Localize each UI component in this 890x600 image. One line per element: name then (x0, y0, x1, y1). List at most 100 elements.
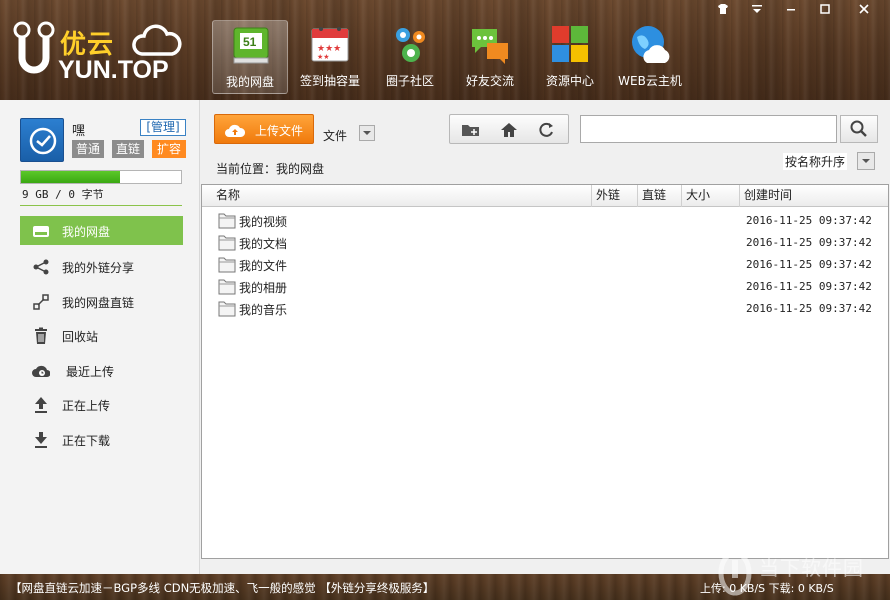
new-folder-icon[interactable] (460, 120, 482, 140)
search-icon (850, 120, 867, 137)
sidebar: 嘿 [管理] 普通 直链 扩容 9 GB / 0 字节 我的网盘 我的外链分享 … (0, 100, 200, 574)
user-name: 嘿 (72, 124, 86, 139)
folder-icon (218, 213, 236, 229)
upload-file-label: 上传文件 (255, 124, 304, 138)
window-controls (706, 0, 886, 18)
maximize-icon[interactable] (808, 0, 842, 18)
sidebar-item-share[interactable]: 我的外链分享 (20, 252, 183, 281)
menu-icon[interactable] (740, 0, 774, 18)
calendar-icon: ★★★ ★★ (311, 27, 349, 62)
sidebar-item-label: 正在上传 (62, 399, 111, 413)
nav-label: WEB云主机 (618, 74, 682, 88)
search-input[interactable] (580, 115, 837, 143)
toolbar-group (449, 114, 569, 144)
sidebar-item-recent-upload[interactable]: 最近上传 (20, 356, 183, 385)
sort-select-value: 按名称升序 (783, 153, 848, 170)
nav-web-host[interactable]: WEB云主机 (612, 20, 688, 94)
tag-direct-link[interactable]: 直链 (112, 140, 144, 158)
sort-select[interactable]: 按名称升序 (781, 151, 877, 171)
folder-icon (218, 257, 236, 273)
nav-my-disk[interactable]: 51 我的网盘 (212, 20, 288, 94)
nav-label: 我的网盘 (225, 75, 274, 89)
file-name: 我的音乐 (239, 303, 288, 317)
table-row[interactable]: 我的视频 2016-11-25 09:37:42 (202, 209, 888, 231)
column-header-size[interactable]: 大小 (682, 185, 740, 207)
column-header-direct-link[interactable]: 直链 (638, 185, 682, 207)
sidebar-item-uploading[interactable]: 正在上传 (20, 390, 183, 419)
table-row[interactable]: 我的文件 2016-11-25 09:37:42 (202, 253, 888, 275)
nav-community[interactable]: 圈子社区 (372, 20, 448, 94)
sidebar-item-label: 我的网盘直链 (62, 296, 135, 310)
sidebar-divider (20, 205, 182, 206)
upload-file-button[interactable]: 上传文件 (214, 114, 314, 144)
table-row[interactable]: 我的相册 2016-11-25 09:37:42 (202, 275, 888, 297)
column-header-ext-link[interactable]: 外链 (592, 185, 638, 207)
table-row[interactable]: 我的音乐 2016-11-25 09:37:42 (202, 297, 888, 319)
sidebar-item-trash[interactable]: 回收站 (20, 321, 183, 350)
chevron-down-icon[interactable] (359, 125, 375, 141)
avatar[interactable] (20, 118, 64, 162)
file-created: 2016-11-25 09:37:42 (746, 258, 872, 271)
watermark: 当下软件园 (715, 548, 890, 600)
sidebar-item-my-disk[interactable]: 我的网盘 (20, 216, 183, 245)
share-icon (33, 259, 49, 275)
breadcrumb: 当前位置：我的网盘 (216, 162, 325, 176)
logo-u-icon (13, 21, 55, 74)
sidebar-item-direct-link[interactable]: 我的网盘直链 (20, 287, 183, 316)
minimize-icon[interactable] (774, 0, 808, 18)
sidebar-item-downloading[interactable]: 正在下载 (20, 425, 183, 454)
cloud-disk-icon: 51 (233, 27, 269, 64)
column-header-name[interactable]: 名称 (212, 185, 592, 207)
tag-normal[interactable]: 普通 (72, 140, 104, 158)
table-row[interactable]: 我的文档 2016-11-25 09:37:42 (202, 231, 888, 253)
upload-icon (35, 397, 47, 413)
chevron-down-icon[interactable] (857, 152, 875, 170)
watermark-text: 当下软件园 (759, 556, 864, 580)
status-marquee[interactable]: 【网盘直链云加速－BGP多线 CDN无极加速、飞一般的感觉 【外链分享终极服务】 (10, 580, 434, 596)
chat-icon (472, 29, 508, 64)
tag-expand[interactable]: 扩容 (152, 140, 186, 158)
sidebar-item-label: 正在下载 (62, 434, 111, 448)
resource-icon (552, 26, 588, 62)
quota-fill (21, 171, 121, 183)
nav-checkin[interactable]: ★★★ ★★ 签到抽容量 (292, 20, 368, 94)
nav-label: 好友交流 (465, 74, 514, 88)
file-created: 2016-11-25 09:37:42 (746, 302, 872, 315)
folder-icon (218, 279, 236, 295)
file-name: 我的相册 (239, 281, 288, 295)
column-header-created[interactable]: 创建时间 (740, 185, 888, 207)
sidebar-item-label: 回收站 (62, 330, 99, 344)
header: 优云 YUN.TOP 51 我的网盘 ★★★ ★★ 签到抽容量 圈子社区 好友交… (0, 0, 890, 100)
manage-button[interactable]: [管理] (140, 119, 186, 136)
home-icon[interactable] (498, 120, 520, 140)
skin-icon[interactable] (706, 0, 740, 18)
quota-bar (20, 170, 182, 184)
app-logo: 优云 YUN.TOP (12, 20, 182, 86)
logo-en-text: YUN.TOP (58, 56, 169, 84)
nav-label: 圈子社区 (385, 74, 434, 88)
quota-text: 9 GB / 0 字节 (22, 188, 104, 201)
community-icon (396, 28, 425, 62)
sidebar-item-label: 我的网盘 (62, 225, 111, 239)
nav-friends[interactable]: 好友交流 (452, 20, 528, 94)
file-created: 2016-11-25 09:37:42 (746, 236, 872, 249)
nav-label: 资源中心 (545, 74, 594, 88)
file-created: 2016-11-25 09:37:42 (746, 280, 872, 293)
file-name: 我的文件 (239, 259, 288, 273)
table-header: 名称 外链 直链 大小 创建时间 (202, 185, 888, 207)
nav-resources[interactable]: 资源中心 (532, 20, 608, 94)
folder-icon (218, 301, 236, 317)
search-button[interactable] (840, 115, 878, 143)
nav-label: 签到抽容量 (299, 74, 360, 88)
globe-cloud-icon (632, 26, 670, 63)
type-select[interactable]: 文件 (321, 125, 377, 143)
folder-icon (218, 235, 236, 251)
disk-icon (33, 226, 49, 237)
close-icon[interactable] (842, 0, 886, 18)
file-table: 名称 外链 直链 大小 创建时间 我的视频 2016-11-25 09:37:4… (201, 184, 889, 559)
sidebar-item-label: 我的外链分享 (62, 261, 135, 275)
direct-link-icon (33, 294, 49, 310)
file-name: 我的文档 (239, 237, 288, 251)
type-select-value: 文件 (323, 129, 348, 143)
refresh-icon[interactable] (536, 120, 558, 140)
